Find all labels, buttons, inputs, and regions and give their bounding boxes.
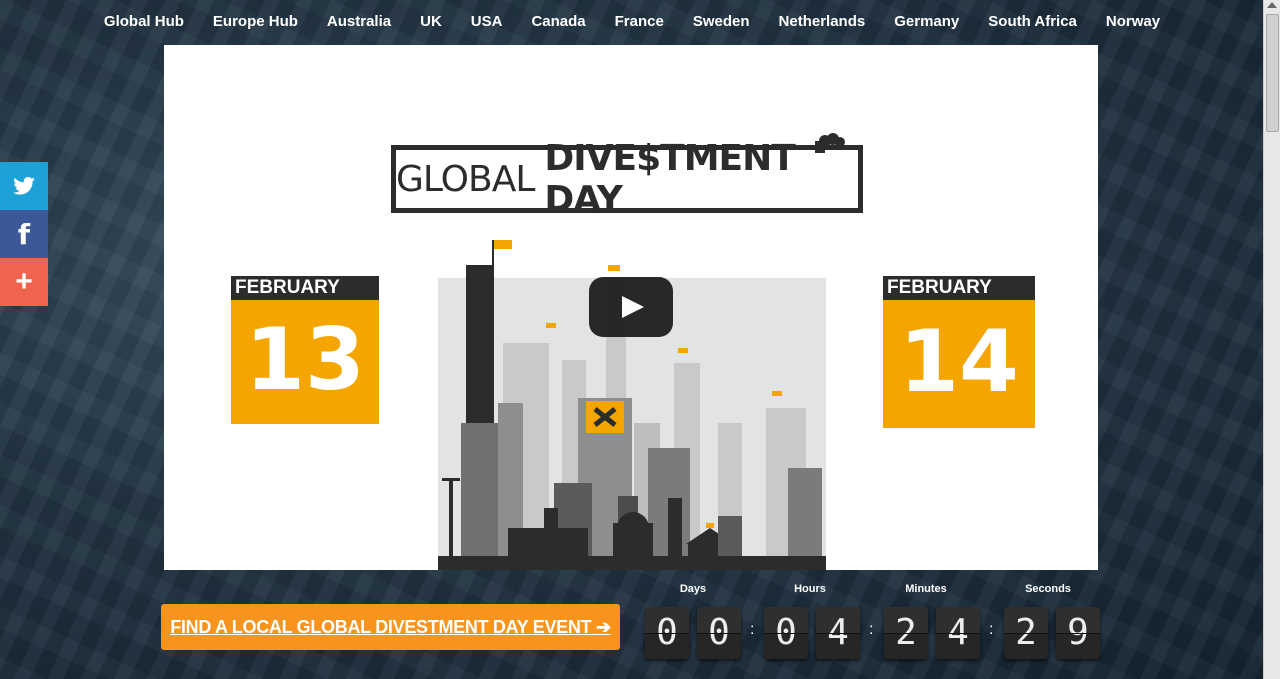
calendar-month: FEBRUARY bbox=[883, 276, 1035, 300]
nav-global-hub[interactable]: Global Hub bbox=[89, 0, 198, 44]
find-local-event-button[interactable]: FIND A LOCAL GLOBAL DIVESTMENT DAY EVENT… bbox=[161, 604, 620, 650]
scroll-up-arrow-icon[interactable] bbox=[1267, 2, 1277, 8]
scrollbar-thumb[interactable] bbox=[1266, 14, 1279, 132]
country-nav: Global Hub Europe Hub Australia UK USA C… bbox=[0, 0, 1264, 44]
social-share-bar: f + bbox=[0, 162, 48, 306]
countdown-seconds-label: Seconds bbox=[1025, 583, 1071, 595]
countdown-digit: 9 bbox=[1056, 607, 1100, 659]
nav-sweden[interactable]: Sweden bbox=[678, 0, 764, 44]
nav-germany[interactable]: Germany bbox=[880, 0, 974, 44]
video-player[interactable]: GLOBAL DIVE$TMENT DAY FEBRUARY 13 FEBRUA… bbox=[164, 45, 1098, 570]
calendar-day: 14 bbox=[899, 312, 1019, 412]
nav-canada[interactable]: Canada bbox=[517, 0, 600, 44]
global-divestment-day-logo: GLOBAL DIVE$TMENT DAY bbox=[391, 138, 863, 220]
facebook-share-button[interactable]: f bbox=[0, 210, 48, 258]
nav-europe-hub[interactable]: Europe Hub bbox=[198, 0, 312, 44]
countdown-digit: 4 bbox=[936, 607, 980, 659]
logo-word-global: GLOBAL bbox=[396, 158, 535, 200]
more-share-button[interactable]: + bbox=[0, 258, 48, 306]
calendar-day: 13 bbox=[245, 310, 365, 410]
nav-france[interactable]: France bbox=[600, 0, 678, 44]
countdown-separator: : bbox=[750, 621, 755, 638]
calendar-month: FEBRUARY bbox=[231, 276, 379, 300]
logo-word-divestment-day: DIVE$TMENT DAY bbox=[544, 138, 795, 220]
twitter-share-button[interactable] bbox=[0, 162, 48, 210]
nav-usa[interactable]: USA bbox=[456, 0, 517, 44]
plus-icon: + bbox=[15, 265, 33, 298]
countdown-separator: : bbox=[869, 621, 874, 638]
nav-australia[interactable]: Australia bbox=[312, 0, 405, 44]
page-scrollbar[interactable] bbox=[1263, 0, 1280, 679]
countdown-minutes-label: Minutes bbox=[905, 583, 947, 595]
countdown-separator: : bbox=[989, 621, 994, 638]
nav-netherlands[interactable]: Netherlands bbox=[764, 0, 880, 44]
countdown-hours-label: Hours bbox=[794, 583, 826, 595]
calendar-feb-13: FEBRUARY 13 bbox=[231, 276, 379, 424]
twitter-icon bbox=[13, 177, 35, 195]
nav-uk[interactable]: UK bbox=[406, 0, 457, 44]
calendar-feb-14: FEBRUARY 14 bbox=[883, 276, 1035, 428]
nav-south-africa[interactable]: South Africa bbox=[974, 0, 1092, 44]
countdown-digit: 2 bbox=[1004, 607, 1048, 659]
countdown-days-label: Days bbox=[679, 583, 707, 595]
countdown-digit: 2 bbox=[884, 607, 928, 659]
facebook-icon: f bbox=[17, 217, 31, 251]
countdown-digit: 0 bbox=[645, 607, 689, 659]
nav-norway[interactable]: Norway bbox=[1091, 0, 1174, 44]
countdown-digit: 4 bbox=[816, 607, 860, 659]
countdown-digit: 0 bbox=[697, 607, 741, 659]
countdown-digit: 0 bbox=[764, 607, 808, 659]
play-button[interactable] bbox=[589, 277, 673, 337]
